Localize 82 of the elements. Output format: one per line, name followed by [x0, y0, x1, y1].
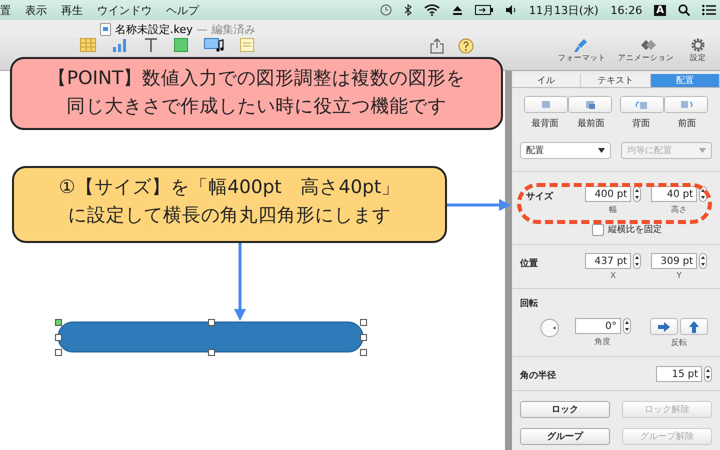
- number-field[interactable]: 40 pt: [651, 186, 698, 202]
- field-caption: Y: [676, 271, 682, 280]
- flip-vertical-button[interactable]: [680, 318, 708, 335]
- selection-handle: [54, 318, 62, 326]
- menu-item[interactable]: 表示: [25, 2, 47, 18]
- panel-button[interactable]: グループ: [520, 428, 610, 445]
- share-icon[interactable]: [430, 38, 444, 54]
- selection-handle: [360, 318, 366, 326]
- selection-handle: [54, 334, 62, 340]
- layer-button[interactable]: [568, 96, 612, 113]
- field-caption: X: [610, 271, 616, 280]
- button-caption: 最前面: [578, 118, 604, 130]
- search-icon[interactable]: [678, 4, 690, 16]
- menu-item[interactable]: 置: [0, 2, 11, 18]
- inspector-tab[interactable]: イル: [512, 74, 582, 87]
- dropdown-value: 均等に配置: [627, 144, 672, 157]
- checkbox-label: 縦横比を固定: [608, 224, 662, 236]
- right-arrow-icon: [658, 322, 670, 332]
- dropdown[interactable]: 配置: [520, 142, 611, 159]
- callout-text: 【POINT】数値入力での図形調整は複数の図形を: [46, 67, 466, 91]
- panel-button[interactable]: ロック: [520, 401, 610, 418]
- bar-chart-icon[interactable]: [112, 38, 128, 52]
- number-field[interactable]: 437 pt: [585, 253, 632, 269]
- up-arrow-icon: [688, 320, 699, 332]
- menu-item[interactable]: ウインドウ: [97, 2, 152, 18]
- menu-date[interactable]: 11月13日(水): [528, 2, 599, 18]
- callout-text: 同じ大きさで作成したい時に役立つ機能です: [66, 95, 448, 119]
- media-icon[interactable]: [204, 38, 224, 52]
- layer-order-icon: [583, 99, 597, 110]
- button-caption: 前面: [678, 118, 696, 130]
- layer-order-icon: [679, 99, 693, 110]
- field-label: 角の半径: [520, 369, 557, 382]
- stepper[interactable]: [704, 366, 712, 382]
- document-title: 名称未設定.key: [115, 22, 193, 36]
- document-icon: [100, 22, 111, 36]
- input-source-indicator[interactable]: A: [654, 4, 666, 16]
- selection-handle: [360, 334, 366, 340]
- stepper[interactable]: [699, 253, 708, 269]
- stepper[interactable]: [633, 186, 642, 202]
- field-caption: 反転: [670, 337, 687, 348]
- stepper[interactable]: [622, 318, 631, 334]
- number-field[interactable]: 309 pt: [651, 253, 698, 269]
- bluetooth-icon[interactable]: [404, 4, 412, 16]
- wifi-icon[interactable]: [424, 4, 440, 16]
- selection-handle: [208, 348, 214, 356]
- field-label: サイズ: [525, 190, 554, 203]
- section-label: 回転: [520, 298, 539, 310]
- menu-item[interactable]: 再生: [61, 2, 83, 18]
- layer-order-icon: [539, 99, 553, 110]
- button-caption: 背面: [632, 118, 650, 130]
- menu-clock[interactable]: 16:26: [610, 4, 642, 16]
- inspector-tab[interactable]: テキスト: [581, 74, 651, 87]
- number-field[interactable]: 15 pt: [656, 366, 702, 382]
- caret-icon: [598, 148, 605, 153]
- help-icon[interactable]: [458, 38, 474, 54]
- menu-icon[interactable]: [702, 4, 716, 16]
- field-caption: 高さ: [671, 204, 688, 215]
- eject-icon[interactable]: [452, 5, 463, 15]
- battery-icon[interactable]: [474, 5, 493, 15]
- clock-icon[interactable]: [380, 4, 392, 16]
- text-icon[interactable]: [144, 38, 158, 52]
- field-caption: 幅: [609, 204, 618, 215]
- selection-handle: [54, 348, 62, 356]
- arrow: [447, 198, 511, 212]
- field-label: 位置: [520, 258, 539, 270]
- dropdown-value: 配置: [526, 144, 544, 157]
- speaker-icon[interactable]: [504, 5, 517, 15]
- callout-text: ①【サイズ】を「幅400pt 高さ40pt」: [58, 176, 402, 200]
- menu-item[interactable]: ヘルプ: [166, 2, 199, 18]
- document-status: — 編集済み: [196, 22, 256, 36]
- callout-text: に設定して横長の角丸四角形にします: [67, 204, 392, 228]
- number-field[interactable]: 0°: [574, 318, 621, 334]
- button-caption: 最背面: [532, 118, 558, 130]
- selection-handle: [208, 318, 214, 326]
- selection-handle: [360, 348, 366, 356]
- layer-order-icon: [635, 99, 649, 110]
- flip-horizontal-button[interactable]: [650, 318, 678, 335]
- caret-icon: [699, 148, 706, 153]
- stepper[interactable]: [633, 253, 642, 269]
- number-field[interactable]: 400 pt: [585, 186, 632, 202]
- checkbox[interactable]: [592, 224, 604, 236]
- field-caption: 角度: [594, 336, 611, 347]
